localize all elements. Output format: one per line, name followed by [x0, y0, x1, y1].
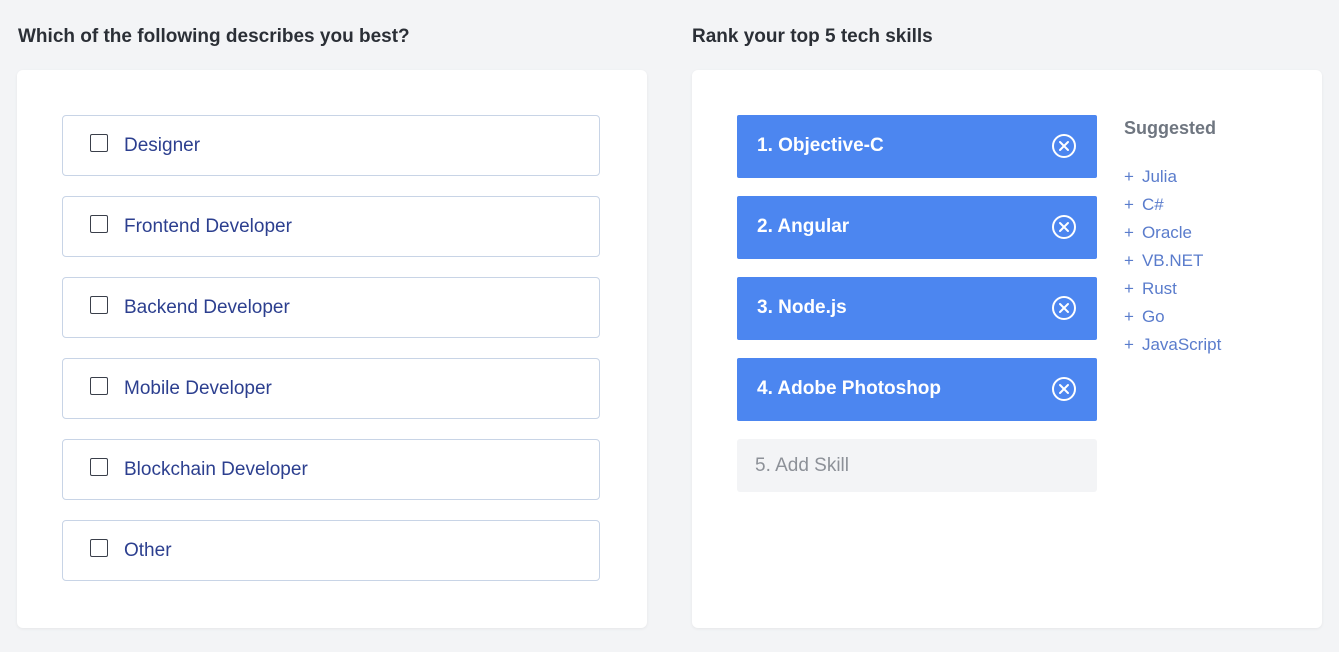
suggested-skill-link[interactable]: + JavaScript — [1124, 331, 1221, 359]
plus-icon: + — [1124, 167, 1134, 186]
suggested-skill-link[interactable]: + Oracle — [1124, 219, 1221, 247]
plus-icon: + — [1124, 279, 1134, 298]
suggested-skill-label: C# — [1141, 195, 1164, 214]
option-label: Backend Developer — [124, 297, 290, 318]
skills-ranking-card: 1. Objective-C 2. Angular 3. Node.js 4. … — [692, 70, 1322, 628]
skill-label: 2. Angular — [757, 216, 850, 237]
plus-icon: + — [1124, 195, 1134, 214]
option-backend-developer[interactable]: Backend Developer — [62, 277, 600, 338]
suggested-skill-link[interactable]: + Rust — [1124, 275, 1221, 303]
remove-circle-x-icon[interactable] — [1051, 376, 1077, 402]
suggested-skill-label: Go — [1141, 307, 1165, 326]
ranked-skill-item[interactable]: 4. Adobe Photoshop — [737, 358, 1097, 421]
remove-circle-x-icon[interactable] — [1051, 295, 1077, 321]
option-blockchain-developer[interactable]: Blockchain Developer — [62, 439, 600, 500]
suggested-skill-label: JavaScript — [1141, 335, 1222, 354]
option-label: Mobile Developer — [124, 378, 272, 399]
option-label: Other — [124, 540, 172, 561]
option-label: Blockchain Developer — [124, 459, 308, 480]
checkbox[interactable] — [90, 377, 108, 395]
option-designer[interactable]: Designer — [62, 115, 600, 176]
option-other[interactable]: Other — [62, 520, 600, 581]
plus-icon: + — [1124, 335, 1134, 354]
remove-circle-x-icon[interactable] — [1051, 133, 1077, 159]
option-frontend-developer[interactable]: Frontend Developer — [62, 196, 600, 257]
plus-icon: + — [1124, 251, 1134, 270]
ranked-skill-item[interactable]: 3. Node.js — [737, 277, 1097, 340]
suggested-skill-label: Oracle — [1141, 223, 1193, 242]
skill-label: 1. Objective-C — [757, 135, 884, 156]
suggested-skill-label: Julia — [1141, 167, 1177, 186]
suggested-skill-label: Rust — [1141, 279, 1177, 298]
plus-icon: + — [1124, 307, 1134, 326]
suggested-skill-label: VB.NET — [1141, 251, 1204, 270]
rank-skills-title: Rank your top 5 tech skills — [692, 26, 933, 47]
option-label: Designer — [124, 135, 201, 156]
plus-icon: + — [1124, 223, 1134, 242]
skill-label: 4. Adobe Photoshop — [757, 378, 942, 399]
checkbox[interactable] — [90, 296, 108, 314]
suggested-skill-link[interactable]: + Julia — [1124, 163, 1221, 191]
skill-label: 3. Node.js — [757, 297, 847, 318]
option-mobile-developer[interactable]: Mobile Developer — [62, 358, 600, 419]
option-label: Frontend Developer — [124, 216, 292, 237]
suggested-skill-link[interactable]: + Go — [1124, 303, 1221, 331]
ranked-skill-item[interactable]: 2. Angular — [737, 196, 1097, 259]
checkbox[interactable] — [90, 215, 108, 233]
suggested-skill-link[interactable]: + C# — [1124, 191, 1221, 219]
describes-you-title: Which of the following describes you bes… — [18, 26, 410, 47]
checkbox[interactable] — [90, 458, 108, 476]
suggested-heading: Suggested — [1124, 118, 1217, 138]
role-options-card: Designer Frontend Developer Backend Deve… — [17, 70, 647, 628]
add-skill-input[interactable]: 5. Add Skill — [737, 439, 1097, 492]
remove-circle-x-icon[interactable] — [1051, 214, 1077, 240]
ranked-skill-item[interactable]: 1. Objective-C — [737, 115, 1097, 178]
suggested-skill-link[interactable]: + VB.NET — [1124, 247, 1221, 275]
checkbox[interactable] — [90, 539, 108, 557]
checkbox[interactable] — [90, 134, 108, 152]
add-skill-placeholder: 5. Add Skill — [755, 455, 849, 476]
suggested-skills-list: + Julia + C# + Oracle + VB.NET + Rust + Go + Ja… — [1124, 163, 1221, 359]
